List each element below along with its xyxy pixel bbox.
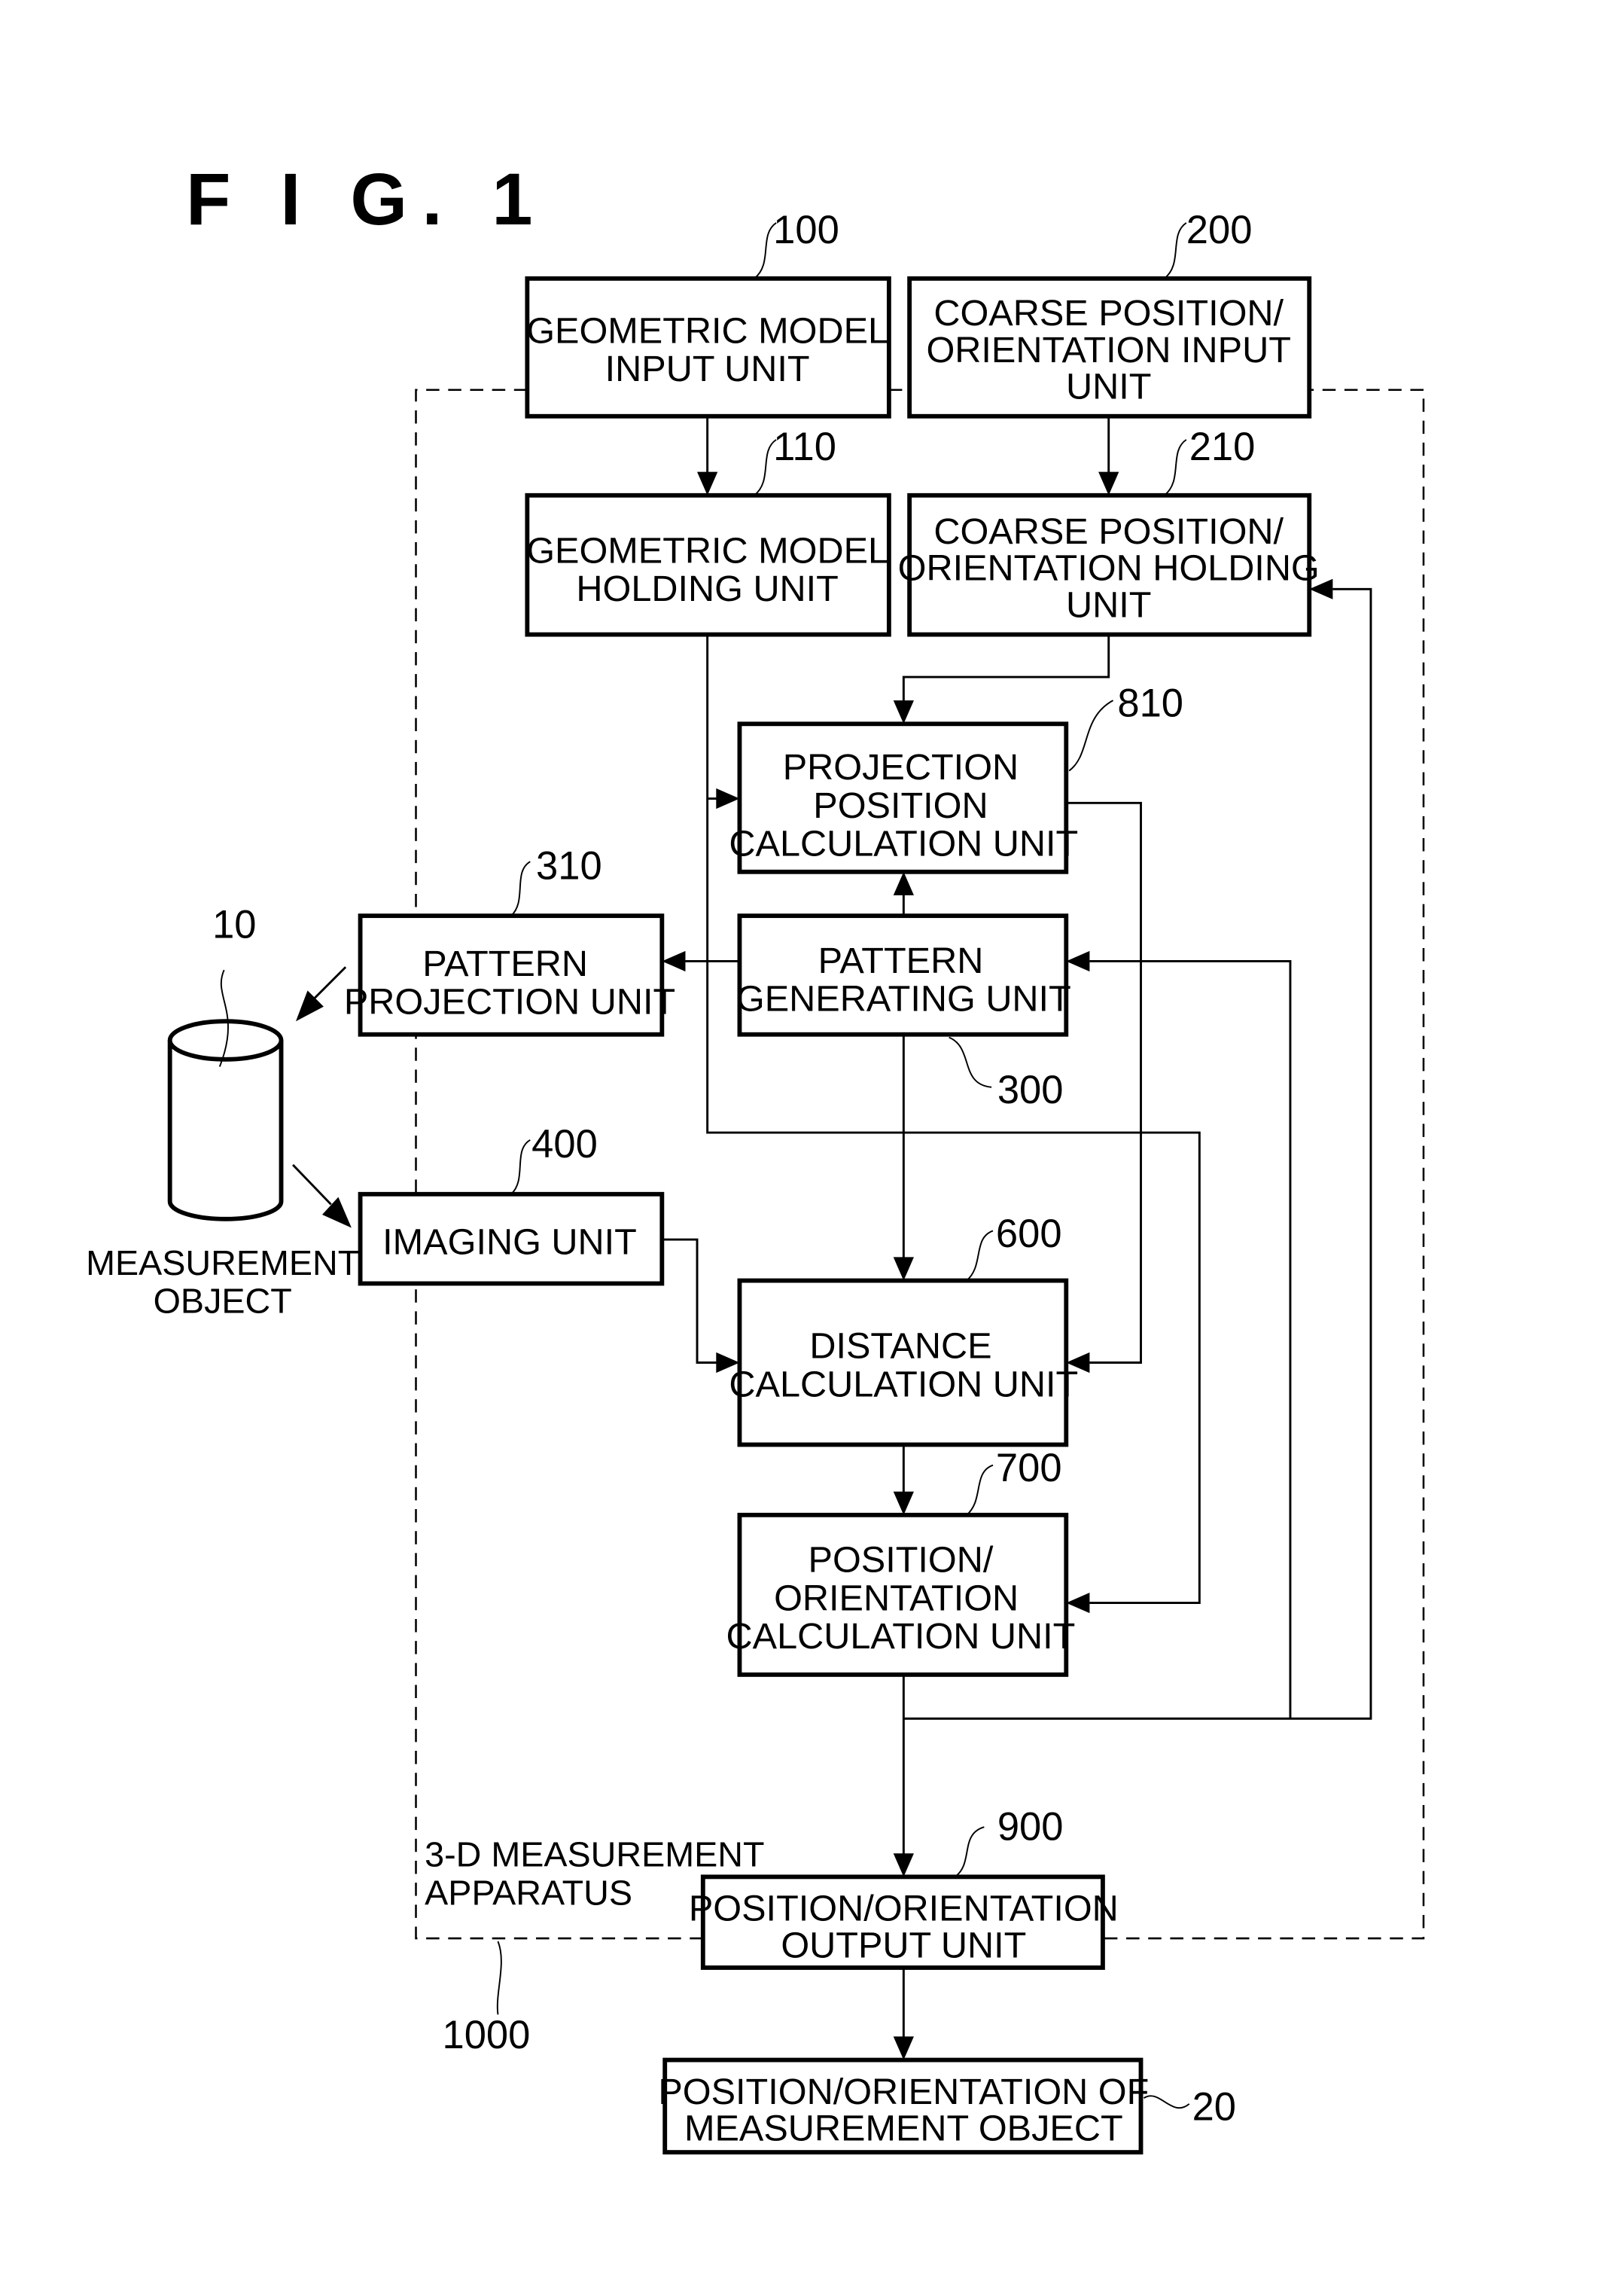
unit-810-label-line1: PROJECTION: [783, 747, 1019, 788]
unit-projection-position-calc: PROJECTION POSITION CALCULATION UNIT: [729, 721, 1078, 874]
arrowhead-icon: [1098, 471, 1119, 495]
leader-400: [510, 1139, 531, 1195]
unit-200-label-line1: COARSE POSITION/: [933, 293, 1284, 334]
unit-600-label-line2: CALCULATION UNIT: [729, 1364, 1078, 1404]
ref-600: 600: [996, 1212, 1062, 1256]
block-diagram: F I G. 1 3-D MEASUREMENT APPARATUS 1000 …: [86, 158, 1425, 2155]
output-label-line2: MEASUREMENT OBJECT: [684, 2108, 1123, 2149]
ref-810: 810: [1117, 681, 1183, 726]
apparatus-label-line1: 3-D MEASUREMENT: [425, 1835, 764, 1874]
unit-100-label-line2: INPUT UNIT: [605, 349, 810, 389]
unit-geometric-model-input: GEOMETRIC MODEL INPUT UNIT: [525, 276, 891, 419]
ref-10: 10: [212, 902, 256, 947]
unit-700-label-line3: CALCULATION UNIT: [726, 1616, 1076, 1657]
leader-200: [1164, 222, 1187, 279]
leader-210: [1164, 439, 1187, 496]
figure-title: F I G. 1: [186, 158, 547, 240]
arrowhead-icon: [893, 1257, 914, 1281]
unit-110-label-line1: GEOMETRIC MODEL: [526, 530, 888, 571]
ref-20: 20: [1192, 2084, 1236, 2129]
leader-700: [966, 1464, 994, 1516]
unit-distance-calculation: DISTANCE CALCULATION UNIT: [729, 1278, 1078, 1447]
unit-pattern-projection: PATTERN PROJECTION UNIT: [344, 913, 675, 1037]
leader-20: [1143, 2095, 1190, 2109]
unit-310-label-line2: PROJECTION UNIT: [344, 981, 675, 1022]
measurement-object-label-line1: MEASUREMENT: [86, 1243, 359, 1282]
ref-110: 110: [773, 425, 836, 469]
unit-200-label-line2: ORIENTATION INPUT: [926, 330, 1290, 370]
output-label-line1: POSITION/ORIENTATION OF: [658, 2072, 1149, 2112]
arrowhead-icon: [1066, 1592, 1090, 1614]
ref-200: 200: [1186, 208, 1253, 252]
unit-210-label-line1: COARSE POSITION/: [933, 511, 1284, 552]
arrowhead-icon: [893, 1853, 914, 1877]
leader-300: [949, 1036, 992, 1088]
unit-400-label: IMAGING UNIT: [382, 1222, 637, 1263]
unit-coarse-position-holding: COARSE POSITION/ ORIENTATION HOLDING UNI…: [898, 492, 1320, 637]
unit-geometric-model-holding: GEOMETRIC MODEL HOLDING UNIT: [525, 492, 891, 637]
ref-400: 400: [531, 1122, 598, 1166]
unit-100-label-line1: GEOMETRIC MODEL: [526, 310, 888, 351]
unit-900-label-line2: OUTPUT UNIT: [781, 1925, 1026, 1965]
arrowhead-icon: [1066, 950, 1090, 972]
ref-210: 210: [1189, 425, 1256, 469]
unit-300-label-line1: PATTERN: [818, 941, 984, 981]
unit-coarse-position-input: COARSE POSITION/ ORIENTATION INPUT UNIT: [907, 276, 1312, 419]
unit-310-label-line1: PATTERN: [422, 944, 588, 984]
apparatus-label-line2: APPARATUS: [425, 1873, 632, 1912]
unit-210-label-line3: UNIT: [1066, 584, 1151, 625]
arrowhead-icon: [893, 871, 914, 895]
unit-700-label-line1: POSITION/: [809, 1540, 994, 1581]
unit-700-label-line2: ORIENTATION: [774, 1578, 1019, 1618]
unit-810-label-line2: POSITION: [813, 785, 988, 826]
unit-900-label-line1: POSITION/ORIENTATION: [689, 1889, 1119, 1929]
leader-600: [966, 1230, 994, 1282]
ref-900: 900: [997, 1805, 1064, 1849]
arrowhead-icon: [716, 788, 740, 810]
ref-1000: 1000: [443, 2013, 531, 2057]
unit-210-label-line2: ORIENTATION HOLDING: [898, 548, 1320, 589]
unit-position-orientation-output: POSITION/ORIENTATION OUTPUT UNIT: [689, 1874, 1119, 1970]
unit-pattern-generating: PATTERN GENERATING UNIT: [736, 913, 1071, 1037]
leader-310: [510, 861, 531, 916]
ref-700: 700: [996, 1446, 1062, 1490]
unit-110-label-line2: HOLDING UNIT: [576, 569, 839, 609]
arrowhead-icon: [697, 471, 718, 495]
unit-810-label-line3: CALCULATION UNIT: [729, 823, 1078, 864]
output-position-orientation: POSITION/ORIENTATION OF MEASUREMENT OBJE…: [658, 2057, 1149, 2155]
leader-900: [954, 1826, 985, 1878]
measurement-object-label-line2: OBJECT: [154, 1281, 292, 1320]
arrowhead-icon: [662, 950, 686, 972]
arrowhead-icon: [893, 1491, 914, 1515]
leader-1000: [496, 1941, 502, 2015]
unit-300-label-line2: GENERATING UNIT: [736, 979, 1071, 1020]
unit-600-label-line1: DISTANCE: [809, 1326, 991, 1367]
ref-310: 310: [536, 844, 602, 889]
arrowhead-icon: [893, 2036, 914, 2060]
ref-100: 100: [773, 208, 839, 252]
leader-810: [1068, 700, 1114, 772]
unit-200-label-line3: UNIT: [1066, 366, 1151, 407]
arrowhead-icon: [295, 990, 324, 1022]
unit-position-orientation-calc: POSITION/ ORIENTATION CALCULATION UNIT: [726, 1512, 1076, 1677]
arrowhead-icon: [322, 1197, 352, 1228]
ref-300: 300: [997, 1068, 1064, 1112]
unit-imaging: IMAGING UNIT: [358, 1191, 665, 1286]
arrowhead-icon: [893, 700, 914, 724]
